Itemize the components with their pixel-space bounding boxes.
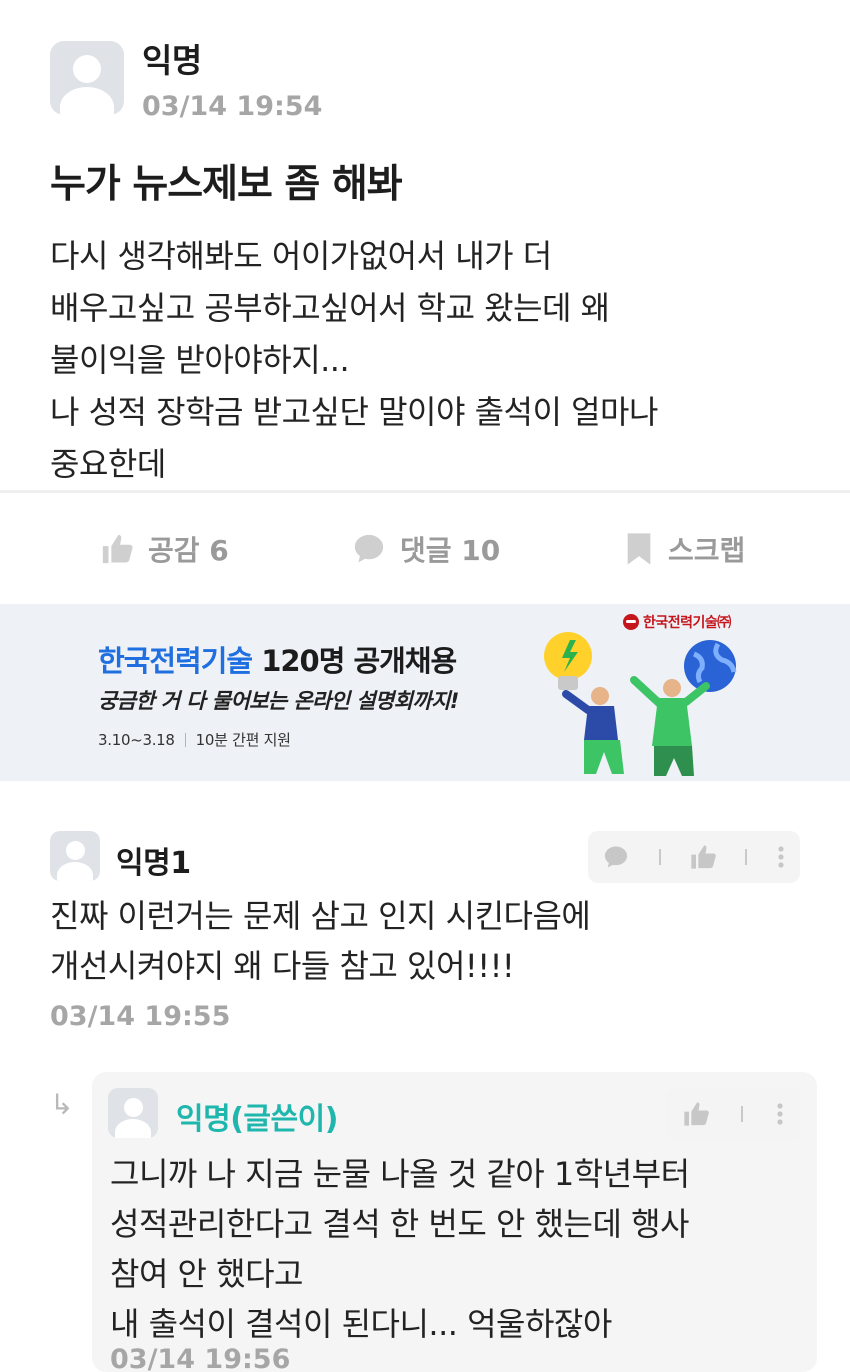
banner-title-rest: 120명 공개채용 xyxy=(252,644,457,678)
banner-title: 한국전력기술 120명 공개채용 xyxy=(98,638,457,680)
divider xyxy=(0,490,850,493)
reply-bubble-icon[interactable] xyxy=(602,843,630,871)
scrap-button[interactable]: 스크랩 xyxy=(624,526,745,572)
comment-avatar xyxy=(50,831,100,881)
comment-like-icon[interactable] xyxy=(689,843,717,871)
post-title: 누가 뉴스제보 좀 해봐 xyxy=(50,162,403,207)
post-body-line: 배우고싶고 공부하고싶어서 학교 왔는데 왜 xyxy=(50,289,610,327)
banner-company: 한국전력기술 xyxy=(98,644,253,678)
like-button[interactable]: 공감 6 xyxy=(100,526,229,572)
ad-banner[interactable]: 한국전력기술 120명 공개채용 궁금한 거 다 물어보는 온라인 설명회까지!… xyxy=(0,604,850,781)
banner-date-row: 3.10~3.18 10분 간편 지원 xyxy=(98,729,291,750)
thumbs-up-icon xyxy=(102,534,133,564)
comment-count-label: 댓글 10 xyxy=(400,534,501,567)
comment-toolbar xyxy=(588,831,800,883)
reply-body: 그니까 나 지금 눈물 나올 것 같아 1학년부터 성적관리한다고 결석 한 번… xyxy=(110,1149,690,1349)
post-body-line: 중요한데 xyxy=(50,445,166,483)
reply-body-line: 내 출석이 결석이 된다니... 억울하잖아 xyxy=(110,1305,612,1343)
comment-body-line: 진짜 이런거는 문제 삼고 인지 시킨다음에 xyxy=(50,897,591,935)
reply-toolbar xyxy=(666,1088,801,1140)
banner-date: 3.10~3.18 xyxy=(98,731,175,749)
comment-body-line: 개선시켜야지 왜 다들 참고 있어!!!! xyxy=(50,947,515,985)
speech-bubble-icon xyxy=(354,534,384,563)
reply-arrow-icon: ↳ xyxy=(50,1088,74,1121)
banner-note: 10분 간편 지원 xyxy=(195,731,291,749)
reply-body-line: 참여 안 했다고 xyxy=(110,1255,303,1293)
more-dots-icon[interactable] xyxy=(776,843,786,871)
reply-timestamp: 03/14 19:56 xyxy=(110,1344,291,1372)
reply-author: 익명(글쓴이) xyxy=(176,1102,338,1137)
post-body-line: 다시 생각해봐도 어이가없어서 내가 더 xyxy=(50,237,552,275)
post-author: 익명 xyxy=(142,41,202,80)
banner-subtitle: 궁금한 거 다 물어보는 온라인 설명회까지! xyxy=(98,689,459,713)
post-body-line: 나 성적 장학금 받고싶단 말이야 출석이 얼마나 xyxy=(50,393,658,431)
post-body: 다시 생각해봐도 어이가없어서 내가 더 배우고싶고 공부하고싶어서 학교 왔는… xyxy=(50,230,820,490)
more-dots-icon[interactable] xyxy=(775,1100,785,1128)
bookmark-icon xyxy=(627,533,651,565)
post-timestamp: 03/14 19:54 xyxy=(142,91,323,122)
reply-comment: 익명(글쓴이) 그니까 나 지금 눈물 나올 것 같아 1학년부터 성적관리한다… xyxy=(92,1072,817,1372)
comment-button[interactable]: 댓글 10 xyxy=(352,526,500,572)
reply-avatar xyxy=(108,1088,158,1138)
comment-body: 진짜 이런거는 문제 삼고 인지 시킨다음에 개선시켜야지 왜 다들 참고 있어… xyxy=(50,891,591,991)
comment-timestamp: 03/14 19:55 xyxy=(50,1001,231,1032)
scrap-label: 스크랩 xyxy=(668,534,746,567)
comment-author: 익명1 xyxy=(116,846,191,881)
like-count-label: 공감 6 xyxy=(148,534,229,567)
post-body-line: 불이익을 받아야하지... xyxy=(50,341,350,379)
reply-body-line: 성적관리한다고 결석 한 번도 안 했는데 행사 xyxy=(110,1205,689,1243)
banner-illustration xyxy=(544,632,737,776)
reply-body-line: 그니까 나 지금 눈물 나올 것 같아 1학년부터 xyxy=(110,1155,690,1193)
reply-like-icon[interactable] xyxy=(682,1100,710,1128)
author-avatar xyxy=(50,41,124,115)
